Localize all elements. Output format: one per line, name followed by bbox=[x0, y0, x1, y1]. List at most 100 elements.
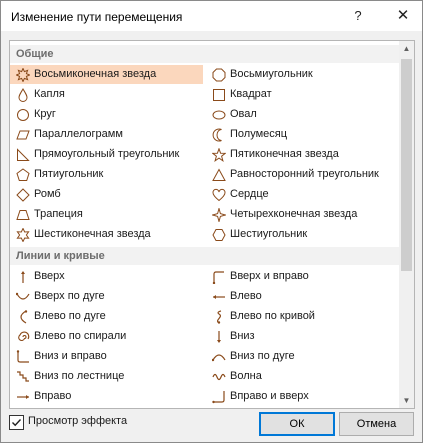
path-item[interactable]: Капля bbox=[10, 85, 203, 104]
path-item[interactable]: Трапеция bbox=[10, 205, 203, 224]
path-item-label: Вправо и вверх bbox=[230, 390, 309, 402]
path-item[interactable]: Вверх и вправо bbox=[206, 267, 399, 286]
parallelogram-icon bbox=[16, 128, 30, 142]
path-item[interactable]: Вниз и вправо bbox=[10, 347, 203, 366]
path-item-label: Круг bbox=[34, 108, 56, 120]
four-point-star-icon bbox=[212, 208, 226, 222]
pentagon-icon bbox=[16, 168, 30, 182]
line-right-icon bbox=[16, 390, 30, 404]
path-item-label: Трапеция bbox=[34, 208, 83, 220]
preview-checkbox[interactable] bbox=[9, 415, 24, 430]
path-item[interactable]: Влево bbox=[206, 287, 399, 306]
arc-down-icon bbox=[212, 350, 226, 364]
path-item[interactable]: Влево по кривой bbox=[206, 307, 399, 326]
path-item[interactable]: Вправо bbox=[10, 387, 203, 406]
path-item-label: Прямоугольный треугольник bbox=[34, 148, 180, 160]
check-icon bbox=[12, 419, 22, 427]
scroll-down-arrow[interactable]: ▼ bbox=[399, 393, 414, 408]
path-item[interactable]: Влево по спирали bbox=[10, 327, 203, 346]
line-down-icon bbox=[212, 330, 226, 344]
path-item[interactable]: Овал bbox=[206, 105, 399, 124]
diamond-icon bbox=[16, 188, 30, 202]
path-item[interactable]: Восьмиугольник bbox=[206, 65, 399, 84]
path-item-label: Пятиугольник bbox=[34, 168, 104, 180]
path-list-content: Общие Восьмиконечная звезда Восьмиугольник… bbox=[10, 41, 399, 408]
path-item-label: Параллелограмм bbox=[34, 128, 123, 140]
path-list[interactable]: Общие Восьмиконечная звезда Восьмиугольник… bbox=[9, 40, 415, 409]
close-button[interactable]: ✕ bbox=[389, 5, 417, 27]
path-item[interactable]: Вправо и вверх bbox=[206, 387, 399, 406]
title-bar: Изменение пути перемещения ? ✕ bbox=[1, 1, 422, 31]
arc-left-icon bbox=[16, 310, 30, 324]
dialog-title: Изменение пути перемещения bbox=[11, 10, 183, 24]
group-header-label: Линии и кривые bbox=[16, 250, 105, 262]
path-item-label: Полумесяц bbox=[230, 128, 288, 140]
path-item-label: Сердце bbox=[230, 188, 269, 200]
six-point-star-icon bbox=[16, 228, 30, 242]
path-item[interactable]: Вниз по дуге bbox=[206, 347, 399, 366]
path-item[interactable]: Равносторонний треугольник bbox=[206, 165, 399, 184]
line-up-icon bbox=[16, 270, 30, 284]
path-item-label: Вверх и вправо bbox=[230, 270, 309, 282]
path-item[interactable]: Влево по дуге bbox=[10, 307, 203, 326]
path-item[interactable]: Вниз по лестнице bbox=[10, 367, 203, 386]
path-item-label: Шестиугольник bbox=[230, 228, 308, 240]
ok-button[interactable]: ОК bbox=[259, 412, 335, 436]
circle-icon bbox=[16, 108, 30, 122]
path-item[interactable]: Вниз bbox=[206, 327, 399, 346]
path-item[interactable]: Полумесяц bbox=[206, 125, 399, 144]
path-item-label: Вверх по дуге bbox=[34, 290, 105, 302]
path-item[interactable]: Круг bbox=[10, 105, 203, 124]
curve-left-icon bbox=[212, 310, 226, 324]
path-item[interactable]: Прямоугольный треугольник bbox=[10, 145, 203, 164]
hexagon-icon bbox=[212, 228, 226, 242]
path-item[interactable]: Шестиконечная звезда bbox=[10, 225, 203, 244]
path-item-label: Вниз и вправо bbox=[34, 350, 107, 362]
eight-point-star-icon bbox=[16, 68, 30, 82]
path-item-label: Восьмиконечная звезда bbox=[34, 68, 157, 80]
path-item-label: Четырехконечная звезда bbox=[230, 208, 358, 220]
path-item-label: Вниз по лестнице bbox=[34, 370, 125, 382]
vertical-scrollbar[interactable]: ▲ ▼ bbox=[399, 41, 414, 408]
scroll-up-arrow[interactable]: ▲ bbox=[399, 41, 414, 56]
path-item[interactable]: Пятиугольник bbox=[10, 165, 203, 184]
path-item-label: Овал bbox=[230, 108, 257, 120]
path-item-label: Пятиконечная звезда bbox=[230, 148, 339, 160]
path-item[interactable]: Шестиугольник bbox=[206, 225, 399, 244]
path-item[interactable]: Восьмиконечная звезда bbox=[10, 65, 203, 84]
preview-checkbox-label[interactable]: Просмотр эффекта bbox=[28, 415, 127, 427]
path-item[interactable]: Сердце bbox=[206, 185, 399, 204]
path-item-label: Волна bbox=[230, 370, 262, 382]
path-item[interactable]: Волна bbox=[206, 367, 399, 386]
path-item[interactable]: Четырехконечная звезда bbox=[206, 205, 399, 224]
path-item-label: Вниз по дуге bbox=[230, 350, 295, 362]
path-item-label: Капля bbox=[34, 88, 65, 100]
right-triangle-icon bbox=[16, 148, 30, 162]
path-item[interactable]: Вверх по дуге bbox=[10, 287, 203, 306]
arc-up-icon bbox=[16, 290, 30, 304]
path-item[interactable]: Параллелограмм bbox=[10, 125, 203, 144]
path-item[interactable]: Квадрат bbox=[206, 85, 399, 104]
five-point-star-icon bbox=[212, 148, 226, 162]
path-item-label: Ромб bbox=[34, 188, 61, 200]
cancel-button[interactable]: Отмена bbox=[339, 412, 414, 436]
path-dialog: Изменение пути перемещения ? ✕ Общие Вось… bbox=[0, 0, 423, 443]
path-item[interactable]: Пятиконечная звезда bbox=[206, 145, 399, 164]
spiral-left-icon bbox=[16, 330, 30, 344]
path-item[interactable]: Вверх bbox=[10, 267, 203, 286]
path-item[interactable]: Ромб bbox=[10, 185, 203, 204]
right-up-icon bbox=[212, 390, 226, 404]
path-item-label: Вверх bbox=[34, 270, 65, 282]
path-item-label: Квадрат bbox=[230, 88, 272, 100]
equilateral-triangle-icon bbox=[212, 168, 226, 182]
help-button[interactable]: ? bbox=[344, 5, 372, 27]
heart-icon bbox=[212, 188, 226, 202]
path-item-label: Влево bbox=[230, 290, 262, 302]
group-header: Линии и кривые bbox=[10, 247, 399, 265]
path-item-label: Равносторонний треугольник bbox=[230, 168, 379, 180]
line-left-icon bbox=[212, 290, 226, 304]
drop-icon bbox=[16, 88, 30, 102]
scrollbar-thumb[interactable] bbox=[401, 59, 412, 271]
trapezoid-icon bbox=[16, 208, 30, 222]
path-item-label: Шестиконечная звезда bbox=[34, 228, 151, 240]
